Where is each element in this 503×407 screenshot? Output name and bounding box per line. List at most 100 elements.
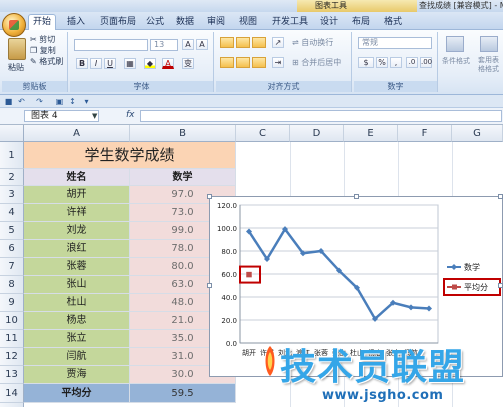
tab-formulas[interactable]: 公式: [142, 15, 168, 30]
row-header-9[interactable]: 9: [0, 294, 24, 312]
row-header-13[interactable]: 13: [0, 366, 24, 384]
print-preview-icon[interactable]: ▣: [55, 97, 64, 106]
chart-resize-handle[interactable]: [354, 194, 359, 199]
name-cell[interactable]: 闫航: [24, 348, 130, 366]
row-header-10[interactable]: 10: [0, 312, 24, 330]
column-header-c[interactable]: C: [236, 125, 290, 142]
tab-chart-design[interactable]: 设计: [316, 15, 342, 30]
column-header-g[interactable]: G: [452, 125, 503, 142]
row-header-15[interactable]: 15: [0, 403, 24, 407]
row-header-14[interactable]: 14: [0, 384, 24, 403]
chart-resize-handle[interactable]: [498, 194, 503, 199]
orientation-icon[interactable]: ↗: [272, 37, 284, 48]
tab-home[interactable]: 开始: [28, 14, 56, 31]
column-header-e[interactable]: E: [344, 125, 398, 142]
select-all-corner[interactable]: [0, 125, 24, 142]
shrink-font-button[interactable]: A: [196, 39, 208, 50]
header-name-cell[interactable]: 姓名: [24, 169, 130, 186]
name-cell[interactable]: 杜山: [24, 294, 130, 312]
paste-icon[interactable]: [8, 38, 26, 60]
tab-review[interactable]: 审阅: [203, 15, 229, 30]
column-header-f[interactable]: F: [398, 125, 452, 142]
sheet-title-cell[interactable]: 学生数学成绩: [24, 142, 236, 169]
conditional-format-button[interactable]: 条件格式: [442, 56, 470, 67]
row-header-6[interactable]: 6: [0, 240, 24, 258]
tab-insert[interactable]: 插入: [62, 15, 90, 30]
name-cell[interactable]: 刘龙: [24, 222, 130, 240]
office-button-icon[interactable]: [2, 13, 26, 37]
row-header-11[interactable]: 11: [0, 330, 24, 348]
indent-icon[interactable]: ⇥: [272, 57, 284, 68]
name-cell[interactable]: 胡开: [24, 186, 130, 204]
chart-resize-handle[interactable]: [207, 283, 212, 288]
row-header-3[interactable]: 3: [0, 186, 24, 204]
bold-button[interactable]: B: [76, 58, 88, 69]
copy-button[interactable]: ❐ 复制: [30, 45, 56, 56]
wrap-text-button[interactable]: ⇌ 自动换行: [292, 37, 333, 48]
undo-icon[interactable]: ↶: [17, 97, 26, 106]
name-cell[interactable]: 张蓉: [24, 258, 130, 276]
name-cell[interactable]: 许祥: [24, 204, 130, 222]
average-label-cell[interactable]: 平均分: [24, 384, 130, 403]
currency-icon[interactable]: $: [358, 57, 374, 68]
column-header-a[interactable]: A: [24, 125, 130, 142]
comma-button[interactable]: ,: [390, 57, 402, 68]
merge-center-button[interactable]: ⊞ 合并后居中: [292, 57, 341, 68]
column-header-d[interactable]: D: [290, 125, 344, 142]
align-center-icon[interactable]: [236, 57, 250, 68]
align-right-icon[interactable]: [252, 57, 266, 68]
sort-icon[interactable]: ↕: [68, 97, 77, 106]
table-format-button[interactable]: 套用表格格式: [478, 56, 502, 76]
tab-view[interactable]: 视图: [235, 15, 261, 30]
table-format-icon[interactable]: [480, 36, 498, 52]
align-left-icon[interactable]: [220, 57, 234, 68]
fill-color-icon[interactable]: ◆: [144, 58, 156, 69]
underline-button[interactable]: U: [104, 58, 116, 69]
tab-data[interactable]: 数据: [172, 15, 198, 30]
tab-chart-format[interactable]: 格式: [380, 15, 406, 30]
font-name-select[interactable]: [74, 39, 148, 51]
row-header-4[interactable]: 4: [0, 204, 24, 222]
align-top-icon[interactable]: [220, 37, 234, 48]
row-header-5[interactable]: 5: [0, 222, 24, 240]
header-score-cell[interactable]: 数学: [130, 169, 236, 186]
row-header-7[interactable]: 7: [0, 258, 24, 276]
borders-icon[interactable]: ▦: [124, 58, 136, 69]
phonetic-button[interactable]: 变: [182, 58, 194, 69]
italic-button[interactable]: I: [90, 58, 102, 69]
grow-font-button[interactable]: A: [182, 39, 194, 50]
name-cell[interactable]: 贾海: [24, 366, 130, 384]
cut-button[interactable]: ✂ 剪切: [30, 34, 55, 45]
chart-resize-handle[interactable]: [207, 194, 212, 199]
name-cell[interactable]: 张山: [24, 276, 130, 294]
name-box[interactable]: 图表 4: [24, 110, 99, 122]
row-header-2[interactable]: 2: [0, 169, 24, 186]
paste-button[interactable]: 粘贴: [8, 62, 24, 73]
column-header-b[interactable]: B: [130, 125, 236, 142]
decrease-decimal-icon[interactable]: .00: [420, 57, 432, 68]
insert-function-icon[interactable]: fx: [126, 110, 135, 120]
font-color-button[interactable]: A: [162, 58, 174, 69]
tab-page-layout[interactable]: 页面布局: [96, 15, 140, 30]
tab-chart-layout[interactable]: 布局: [348, 15, 374, 30]
font-size-select[interactable]: 13: [150, 39, 178, 51]
align-middle-icon[interactable]: [236, 37, 250, 48]
align-bottom-icon[interactable]: [252, 37, 266, 48]
increase-decimal-icon[interactable]: .0: [406, 57, 418, 68]
format-painter-button[interactable]: ✎ 格式刷: [30, 56, 63, 67]
name-box-dropdown-icon[interactable]: ▼: [92, 112, 97, 120]
name-cell[interactable]: 浪红: [24, 240, 130, 258]
row-header-8[interactable]: 8: [0, 276, 24, 294]
conditional-format-icon[interactable]: [446, 36, 464, 52]
formula-input[interactable]: [140, 110, 502, 122]
row-header-12[interactable]: 12: [0, 348, 24, 366]
save-icon[interactable]: ■: [4, 97, 13, 106]
chart-resize-handle[interactable]: [498, 283, 503, 288]
toolbar-customize-icon[interactable]: ▾: [82, 97, 91, 106]
number-format-select[interactable]: 常规: [358, 37, 432, 49]
percent-button[interactable]: %: [376, 57, 388, 68]
redo-icon[interactable]: ↷: [35, 97, 44, 106]
name-cell[interactable]: 杨忠: [24, 312, 130, 330]
name-cell[interactable]: 张立: [24, 330, 130, 348]
average-value-cell[interactable]: 59.5: [130, 384, 236, 403]
